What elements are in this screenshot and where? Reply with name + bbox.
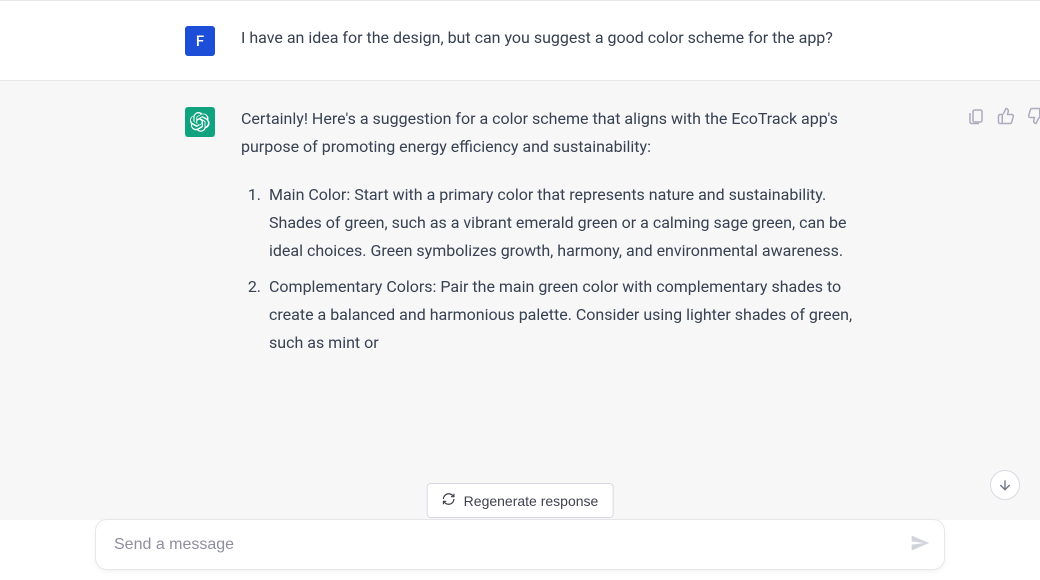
input-area bbox=[0, 519, 1040, 580]
assistant-message-row: Certainly! Here's a suggestion for a col… bbox=[0, 80, 1040, 520]
message-input-box[interactable] bbox=[95, 519, 945, 570]
user-message-text: I have an idea for the design, but can y… bbox=[241, 28, 833, 47]
regenerate-button[interactable]: Regenerate response bbox=[427, 483, 614, 518]
arrow-down-icon bbox=[997, 477, 1013, 493]
assistant-message-content: Certainly! Here's a suggestion for a col… bbox=[241, 105, 861, 496]
user-message-content: I have an idea for the design, but can y… bbox=[241, 24, 833, 56]
thumbs-up-icon[interactable] bbox=[997, 107, 1015, 125]
assistant-avatar bbox=[185, 107, 215, 137]
list-item: Main Color: Start with a primary color t… bbox=[265, 181, 861, 265]
assistant-intro-text: Certainly! Here's a suggestion for a col… bbox=[241, 105, 861, 161]
list-item: Complementary Colors: Pair the main gree… bbox=[265, 273, 861, 357]
refresh-icon bbox=[442, 492, 456, 509]
regenerate-label: Regenerate response bbox=[464, 493, 599, 509]
copy-icon[interactable] bbox=[967, 107, 985, 125]
thumbs-down-icon[interactable] bbox=[1027, 107, 1040, 125]
scroll-down-button[interactable] bbox=[990, 470, 1020, 500]
send-icon bbox=[910, 533, 930, 553]
user-message-row: F I have an idea for the design, but can… bbox=[0, 0, 1040, 80]
message-actions bbox=[967, 107, 1040, 125]
send-button[interactable] bbox=[910, 533, 930, 557]
user-avatar: F bbox=[185, 26, 215, 56]
assistant-list: Main Color: Start with a primary color t… bbox=[241, 181, 861, 357]
message-input[interactable] bbox=[114, 536, 894, 554]
